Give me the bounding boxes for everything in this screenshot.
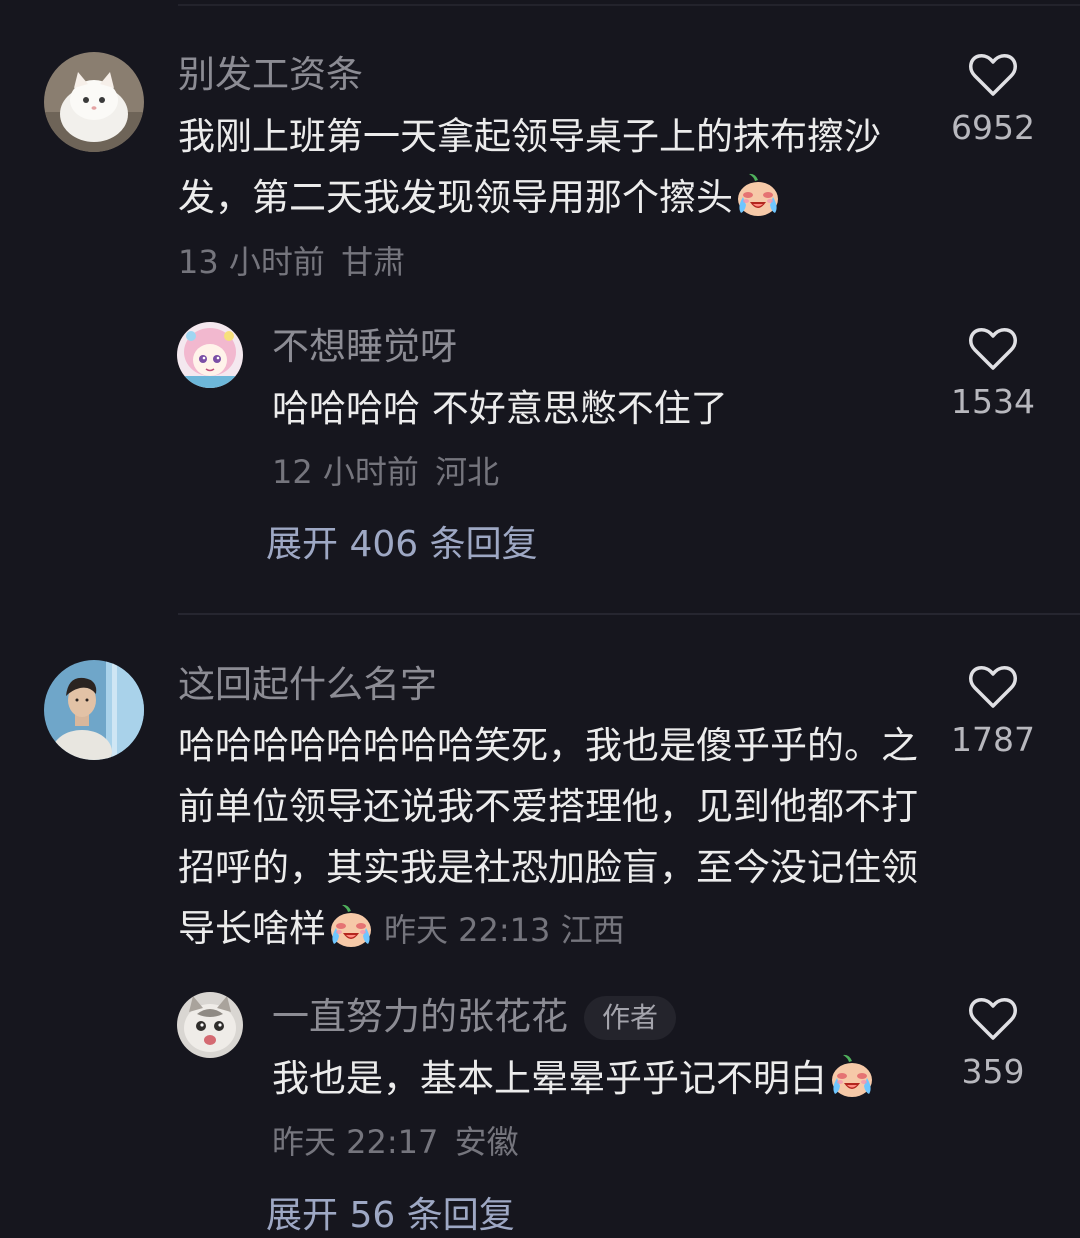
gray-cat-avatar-image <box>177 992 243 1058</box>
reply-username-row: 一直努力的张花花 作者 <box>272 994 677 1040</box>
heart-outline-icon <box>969 328 1017 370</box>
avatar[interactable] <box>44 52 144 152</box>
reply-time: 12 小时前 <box>272 453 419 491</box>
comment-meta: 13 小时前 甘肃 <box>178 242 405 282</box>
expand-replies-button[interactable]: 展开 406 条回复 <box>266 523 538 567</box>
reply-text-content: 我也是，基本上晕晕乎乎记不明白 <box>272 1057 827 1100</box>
reply-text: 我也是，基本上晕晕乎乎记不明白 <box>272 1048 962 1109</box>
man-portrait-avatar-image <box>44 660 144 760</box>
like-button[interactable]: 6952 <box>928 52 1058 148</box>
comment-divider <box>178 613 1080 615</box>
anime-girl-avatar-image <box>177 322 243 388</box>
comment-location: 甘肃 <box>341 243 406 281</box>
reply-time: 昨天 22:17 <box>272 1123 439 1161</box>
reply-username[interactable]: 一直努力的张花花 <box>272 995 568 1038</box>
crying-laughing-emoji-icon <box>738 173 778 216</box>
crying-laughing-emoji-icon <box>331 904 371 947</box>
comment-time: 昨天 22:13 <box>384 911 551 949</box>
reply-location: 安徽 <box>454 1123 519 1161</box>
reply-meta: 昨天 22:17 安徽 <box>272 1122 519 1162</box>
expand-replies-button[interactable]: 展开 56 条回复 <box>266 1194 515 1238</box>
heart-outline-icon <box>969 666 1017 708</box>
heart-outline-icon <box>969 998 1017 1040</box>
comment-text: 哈哈哈哈哈哈哈哈笑死，我也是傻乎乎的。之前单位领导还说我不爱搭理他，见到他都不打… <box>178 715 948 961</box>
crying-laughing-emoji-icon <box>832 1054 872 1097</box>
comment-location: 江西 <box>560 911 625 949</box>
comment-meta: 昨天 22:13 江西 <box>384 911 625 949</box>
like-button[interactable]: 1787 <box>928 664 1058 760</box>
comment-username[interactable]: 这回起什么名字 <box>178 662 437 708</box>
comment-time: 13 小时前 <box>178 243 325 281</box>
like-count: 1787 <box>951 720 1035 759</box>
reply-meta: 12 小时前 河北 <box>272 452 499 492</box>
reply-location: 河北 <box>435 453 500 491</box>
avatar[interactable] <box>177 322 243 388</box>
reply-username[interactable]: 不想睡觉呀 <box>272 324 457 370</box>
like-count: 1534 <box>951 382 1035 421</box>
top-divider <box>178 4 1080 6</box>
like-button[interactable]: 1534 <box>928 326 1058 422</box>
author-badge: 作者 <box>584 996 677 1040</box>
like-count: 6952 <box>951 108 1035 147</box>
white-cat-avatar-image <box>44 52 144 152</box>
avatar[interactable] <box>177 992 243 1058</box>
heart-outline-icon <box>969 54 1017 96</box>
comment-text: 我刚上班第一天拿起领导桌子上的抹布擦沙发，第二天我发现领导用那个擦头 <box>178 106 943 228</box>
reply-text: 哈哈哈哈 不好意思憋不住了 <box>272 387 728 430</box>
comment-username[interactable]: 别发工资条 <box>178 52 363 98</box>
like-count: 359 <box>961 1052 1025 1091</box>
like-button[interactable]: 359 <box>928 996 1058 1092</box>
avatar[interactable] <box>44 660 144 760</box>
